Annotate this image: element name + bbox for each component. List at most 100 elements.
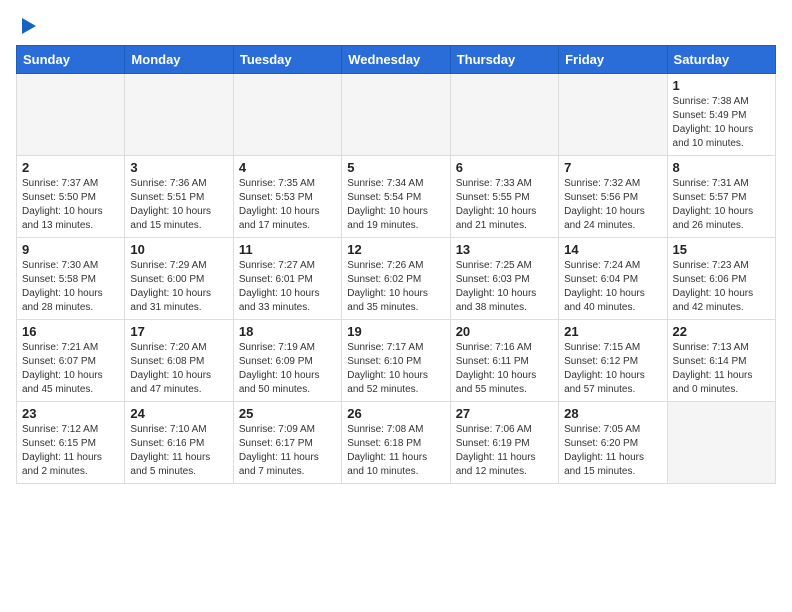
day-info: Sunrise: 7:31 AM Sunset: 5:57 PM Dayligh… xyxy=(673,177,770,233)
calendar-day-cell: 17 Sunrise: 7:20 AM Sunset: 6:08 PM Dayli… xyxy=(125,320,233,402)
calendar-day-cell xyxy=(342,74,450,156)
calendar-day-cell: 4 Sunrise: 7:35 AM Sunset: 5:53 PM Daylig… xyxy=(233,156,341,238)
calendar-day-cell: 14 Sunrise: 7:24 AM Sunset: 6:04 PM Dayli… xyxy=(559,238,667,320)
day-number: 4 xyxy=(239,160,336,175)
day-number: 13 xyxy=(456,242,553,257)
day-number: 8 xyxy=(673,160,770,175)
day-info: Sunrise: 7:36 AM Sunset: 5:51 PM Dayligh… xyxy=(130,177,227,233)
day-of-week-header: Saturday xyxy=(667,46,775,74)
day-of-week-header: Tuesday xyxy=(233,46,341,74)
day-info: Sunrise: 7:12 AM Sunset: 6:15 PM Dayligh… xyxy=(22,423,119,479)
day-number: 21 xyxy=(564,324,661,339)
day-of-week-header: Sunday xyxy=(17,46,125,74)
calendar-day-cell: 28 Sunrise: 7:05 AM Sunset: 6:20 PM Dayli… xyxy=(559,402,667,484)
day-number: 23 xyxy=(22,406,119,421)
calendar-day-cell xyxy=(450,74,558,156)
day-info: Sunrise: 7:30 AM Sunset: 5:58 PM Dayligh… xyxy=(22,259,119,315)
calendar-week-row: 23 Sunrise: 7:12 AM Sunset: 6:15 PM Dayli… xyxy=(17,402,776,484)
day-info: Sunrise: 7:15 AM Sunset: 6:12 PM Dayligh… xyxy=(564,341,661,397)
calendar-header-row: SundayMondayTuesdayWednesdayThursdayFrid… xyxy=(17,46,776,74)
day-info: Sunrise: 7:27 AM Sunset: 6:01 PM Dayligh… xyxy=(239,259,336,315)
day-number: 7 xyxy=(564,160,661,175)
day-info: Sunrise: 7:35 AM Sunset: 5:53 PM Dayligh… xyxy=(239,177,336,233)
calendar-day-cell xyxy=(17,74,125,156)
day-number: 16 xyxy=(22,324,119,339)
calendar-day-cell: 21 Sunrise: 7:15 AM Sunset: 6:12 PM Dayli… xyxy=(559,320,667,402)
day-number: 27 xyxy=(456,406,553,421)
calendar-week-row: 16 Sunrise: 7:21 AM Sunset: 6:07 PM Dayli… xyxy=(17,320,776,402)
day-of-week-header: Monday xyxy=(125,46,233,74)
day-number: 2 xyxy=(22,160,119,175)
day-number: 17 xyxy=(130,324,227,339)
day-info: Sunrise: 7:16 AM Sunset: 6:11 PM Dayligh… xyxy=(456,341,553,397)
day-number: 1 xyxy=(673,78,770,93)
day-number: 5 xyxy=(347,160,444,175)
day-info: Sunrise: 7:09 AM Sunset: 6:17 PM Dayligh… xyxy=(239,423,336,479)
calendar-table: SundayMondayTuesdayWednesdayThursdayFrid… xyxy=(16,45,776,484)
calendar-week-row: 2 Sunrise: 7:37 AM Sunset: 5:50 PM Daylig… xyxy=(17,156,776,238)
calendar-day-cell xyxy=(125,74,233,156)
day-info: Sunrise: 7:32 AM Sunset: 5:56 PM Dayligh… xyxy=(564,177,661,233)
day-info: Sunrise: 7:33 AM Sunset: 5:55 PM Dayligh… xyxy=(456,177,553,233)
day-info: Sunrise: 7:19 AM Sunset: 6:09 PM Dayligh… xyxy=(239,341,336,397)
calendar-day-cell: 26Sunrise: 7:08 AM Sunset: 6:18 PM Dayli… xyxy=(342,402,450,484)
day-info: Sunrise: 7:05 AM Sunset: 6:20 PM Dayligh… xyxy=(564,423,661,479)
day-number: 25 xyxy=(239,406,336,421)
calendar-day-cell: 3 Sunrise: 7:36 AM Sunset: 5:51 PM Daylig… xyxy=(125,156,233,238)
calendar-day-cell: 1Sunrise: 7:38 AM Sunset: 5:49 PM Daylig… xyxy=(667,74,775,156)
day-number: 3 xyxy=(130,160,227,175)
day-info: Sunrise: 7:20 AM Sunset: 6:08 PM Dayligh… xyxy=(130,341,227,397)
calendar-day-cell: 2 Sunrise: 7:37 AM Sunset: 5:50 PM Daylig… xyxy=(17,156,125,238)
day-of-week-header: Friday xyxy=(559,46,667,74)
day-info: Sunrise: 7:26 AM Sunset: 6:02 PM Dayligh… xyxy=(347,259,444,315)
day-of-week-header: Thursday xyxy=(450,46,558,74)
day-number: 14 xyxy=(564,242,661,257)
day-info: Sunrise: 7:24 AM Sunset: 6:04 PM Dayligh… xyxy=(564,259,661,315)
day-info: Sunrise: 7:34 AM Sunset: 5:54 PM Dayligh… xyxy=(347,177,444,233)
day-of-week-header: Wednesday xyxy=(342,46,450,74)
day-info: Sunrise: 7:29 AM Sunset: 6:00 PM Dayligh… xyxy=(130,259,227,315)
calendar-day-cell: 27 Sunrise: 7:06 AM Sunset: 6:19 PM Dayli… xyxy=(450,402,558,484)
day-number: 6 xyxy=(456,160,553,175)
calendar-day-cell: 8 Sunrise: 7:31 AM Sunset: 5:57 PM Daylig… xyxy=(667,156,775,238)
calendar-day-cell xyxy=(559,74,667,156)
calendar-day-cell: 24 Sunrise: 7:10 AM Sunset: 6:16 PM Dayli… xyxy=(125,402,233,484)
day-number: 18 xyxy=(239,324,336,339)
day-number: 24 xyxy=(130,406,227,421)
calendar-day-cell: 16 Sunrise: 7:21 AM Sunset: 6:07 PM Dayli… xyxy=(17,320,125,402)
calendar-week-row: 1Sunrise: 7:38 AM Sunset: 5:49 PM Daylig… xyxy=(17,74,776,156)
calendar-day-cell: 22Sunrise: 7:13 AM Sunset: 6:14 PM Dayli… xyxy=(667,320,775,402)
day-info: Sunrise: 7:10 AM Sunset: 6:16 PM Dayligh… xyxy=(130,423,227,479)
day-number: 10 xyxy=(130,242,227,257)
calendar-day-cell: 6 Sunrise: 7:33 AM Sunset: 5:55 PM Daylig… xyxy=(450,156,558,238)
calendar-day-cell xyxy=(233,74,341,156)
day-number: 22 xyxy=(673,324,770,339)
day-info: Sunrise: 7:08 AM Sunset: 6:18 PM Dayligh… xyxy=(347,423,444,479)
calendar-day-cell: 12 Sunrise: 7:26 AM Sunset: 6:02 PM Dayli… xyxy=(342,238,450,320)
day-number: 28 xyxy=(564,406,661,421)
day-number: 15 xyxy=(673,242,770,257)
day-number: 9 xyxy=(22,242,119,257)
day-info: Sunrise: 7:21 AM Sunset: 6:07 PM Dayligh… xyxy=(22,341,119,397)
day-number: 12 xyxy=(347,242,444,257)
day-number: 20 xyxy=(456,324,553,339)
calendar-day-cell: 5 Sunrise: 7:34 AM Sunset: 5:54 PM Daylig… xyxy=(342,156,450,238)
calendar-day-cell: 23 Sunrise: 7:12 AM Sunset: 6:15 PM Dayli… xyxy=(17,402,125,484)
calendar-day-cell: 7 Sunrise: 7:32 AM Sunset: 5:56 PM Daylig… xyxy=(559,156,667,238)
calendar-day-cell: 13Sunrise: 7:25 AM Sunset: 6:03 PM Dayli… xyxy=(450,238,558,320)
calendar-day-cell: 18 Sunrise: 7:19 AM Sunset: 6:09 PM Dayli… xyxy=(233,320,341,402)
calendar-day-cell: 20 Sunrise: 7:16 AM Sunset: 6:11 PM Dayli… xyxy=(450,320,558,402)
day-number: 11 xyxy=(239,242,336,257)
day-info: Sunrise: 7:17 AM Sunset: 6:10 PM Dayligh… xyxy=(347,341,444,397)
page-header xyxy=(16,16,776,37)
day-info: Sunrise: 7:06 AM Sunset: 6:19 PM Dayligh… xyxy=(456,423,553,479)
calendar-day-cell: 10 Sunrise: 7:29 AM Sunset: 6:00 PM Dayli… xyxy=(125,238,233,320)
day-info: Sunrise: 7:37 AM Sunset: 5:50 PM Dayligh… xyxy=(22,177,119,233)
calendar-day-cell: 11 Sunrise: 7:27 AM Sunset: 6:01 PM Dayli… xyxy=(233,238,341,320)
calendar-day-cell: 15Sunrise: 7:23 AM Sunset: 6:06 PM Dayli… xyxy=(667,238,775,320)
logo xyxy=(16,16,38,37)
calendar-day-cell: 19 Sunrise: 7:17 AM Sunset: 6:10 PM Dayli… xyxy=(342,320,450,402)
day-number: 19 xyxy=(347,324,444,339)
calendar-week-row: 9 Sunrise: 7:30 AM Sunset: 5:58 PM Daylig… xyxy=(17,238,776,320)
logo-icon xyxy=(18,16,38,36)
